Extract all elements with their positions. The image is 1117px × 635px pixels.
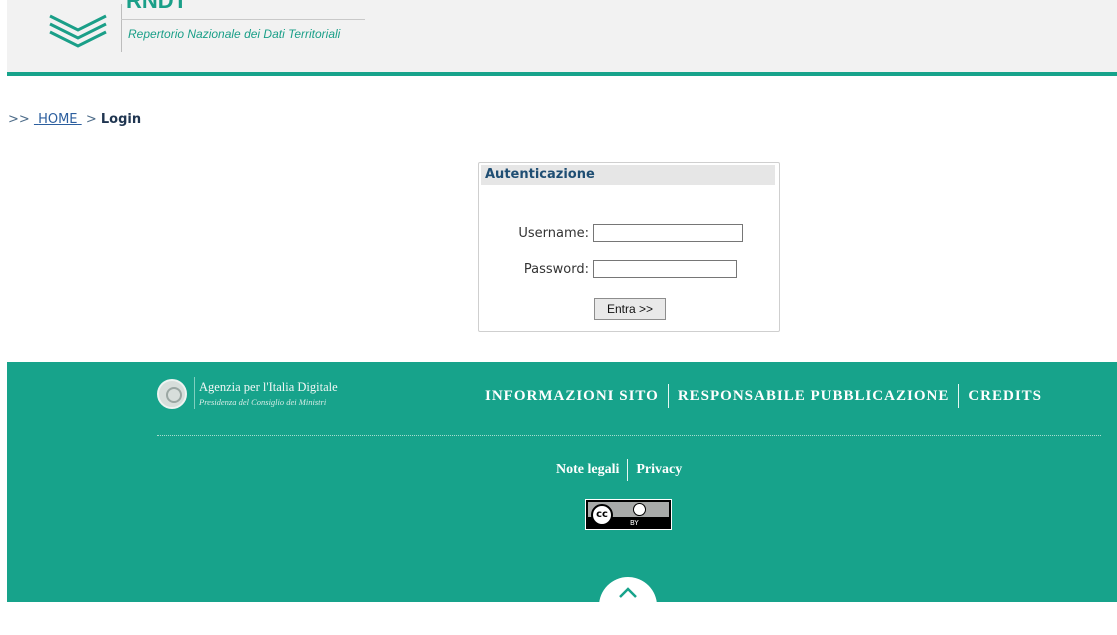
login-submit-button[interactable]: Entra >> (594, 298, 666, 320)
breadcrumb-prefix: >> (8, 112, 30, 127)
username-input[interactable] (593, 224, 743, 242)
agency-subtitle[interactable]: Presidenza del Consiglio dei Ministri (199, 397, 326, 407)
republic-emblem-icon[interactable] (157, 379, 187, 409)
chevron-up-icon (619, 587, 637, 598)
breadcrumb-separator: > (85, 112, 97, 127)
breadcrumb: >> HOME > Login (8, 112, 141, 127)
password-label: Password: (523, 262, 589, 277)
by-label: BY (630, 519, 639, 527)
footer-link-responsabile-pubblicazione[interactable]: RESPONSABILE PUBBLICAZIONE (678, 388, 949, 405)
footer-separator (958, 384, 960, 408)
username-label: Username: (518, 226, 589, 241)
password-input[interactable] (593, 260, 737, 278)
footer-dotted-divider (157, 435, 1101, 436)
back-to-top-button[interactable] (599, 577, 657, 635)
agency-name[interactable]: Agenzia per l'Italia Digitale (199, 380, 338, 395)
footer-bottom-links: Note legali Privacy (556, 458, 682, 482)
site-footer: Agenzia per l'Italia Digitale Presidenza… (7, 362, 1117, 635)
footer-separator (627, 459, 629, 481)
footer-link-privacy[interactable]: Privacy (636, 462, 682, 478)
cc-icon: cc (591, 504, 613, 526)
logo-title[interactable]: RNDT (126, 0, 187, 8)
footer-separator (667, 384, 669, 408)
cc-by-license-badge[interactable]: cc BY (585, 499, 672, 530)
login-panel: Autenticazione Username: Password: Entra… (478, 162, 780, 332)
logo-chevrons-icon[interactable] (46, 8, 110, 52)
header-divider (7, 72, 1117, 76)
logo-underline (121, 19, 365, 20)
logo-divider (121, 4, 122, 52)
attribution-icon (633, 503, 646, 516)
logo-subtitle[interactable]: Repertorio Nazionale dei Dati Territoria… (128, 27, 340, 41)
footer-top-links: INFORMAZIONI SITO RESPONSABILE PUBBLICAZ… (485, 382, 1042, 410)
agency-divider (194, 377, 195, 409)
login-title: Autenticazione (481, 165, 775, 185)
footer-link-informazioni-sito[interactable]: INFORMAZIONI SITO (485, 388, 659, 405)
footer-link-note-legali[interactable]: Note legali (556, 462, 619, 478)
footer-link-credits[interactable]: CREDITS (968, 388, 1042, 405)
breadcrumb-home-link[interactable]: HOME (34, 112, 82, 127)
breadcrumb-current: Login (100, 112, 142, 127)
